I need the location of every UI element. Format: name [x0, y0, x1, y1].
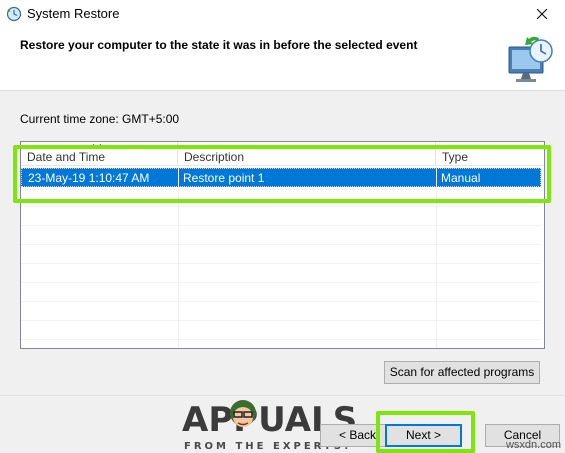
page-title: Restore your computer to the state it wa…	[20, 38, 418, 52]
wizard-header: Restore your computer to the state it wa…	[0, 29, 565, 91]
scan-affected-programs-button[interactable]: Scan for affected programs	[384, 361, 540, 384]
system-restore-icon	[6, 6, 22, 22]
footer-divider	[0, 395, 565, 396]
system-restore-monitor-icon	[503, 35, 557, 89]
empty-row	[21, 226, 541, 245]
empty-row	[21, 302, 541, 321]
empty-row	[21, 283, 541, 302]
watermark-mascot-icon	[230, 400, 256, 427]
empty-row	[21, 245, 541, 264]
window-title: System Restore	[27, 6, 120, 21]
site-watermark: wsxdn.com	[505, 439, 561, 451]
empty-row	[21, 207, 541, 226]
system-restore-window: System Restore Restore your computer to …	[0, 0, 565, 453]
close-button[interactable]	[519, 0, 565, 29]
timezone-label: Current time zone: GMT+5:00	[20, 112, 180, 126]
highlight-box-next	[376, 411, 475, 453]
empty-row	[21, 264, 541, 283]
close-icon	[536, 6, 548, 24]
empty-row	[21, 321, 541, 340]
highlight-box-restore-point	[13, 145, 551, 203]
title-bar[interactable]: System Restore	[0, 0, 565, 29]
